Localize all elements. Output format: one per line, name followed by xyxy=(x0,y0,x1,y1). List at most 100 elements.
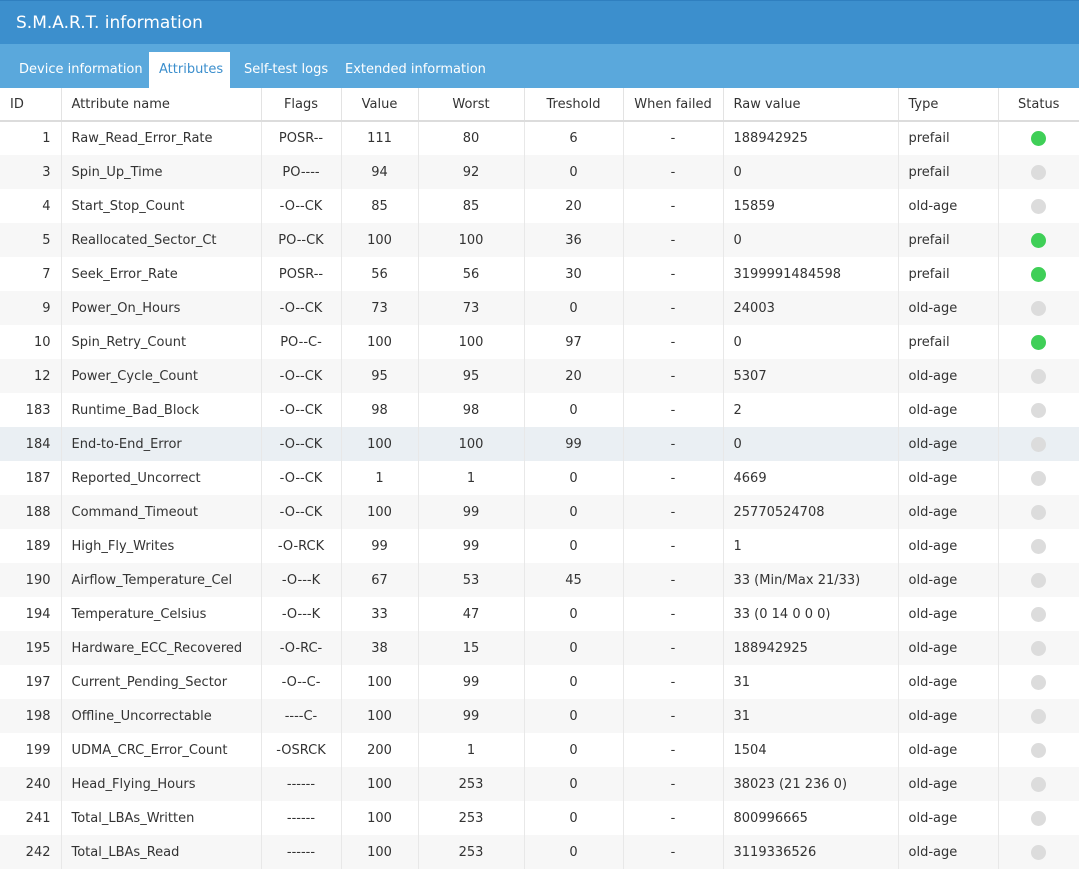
column-header-raw-value[interactable]: Raw value xyxy=(723,88,899,122)
table-row[interactable]: 241 Total_LBAs_Written ------ 100 253 0-80099… xyxy=(0,801,1079,835)
cell-worst: 253 xyxy=(418,801,525,835)
table-row[interactable]: 9 Power_On_Hours -O--CK 73 73 0-24003 old-age xyxy=(0,291,1079,325)
cell-raw-value: 5307 xyxy=(723,359,899,393)
cell-id: 199 xyxy=(0,733,62,767)
cell-attribute-name: Seek_Error_Rate xyxy=(61,257,262,291)
table-row[interactable]: 1 Raw_Read_Error_Rate POSR-- 111 80 6-1889429… xyxy=(0,121,1079,155)
column-header-attribute-name[interactable]: Attribute name xyxy=(61,88,262,122)
column-header-worst[interactable]: Worst xyxy=(418,88,525,122)
column-header-type[interactable]: Type xyxy=(898,88,999,122)
tab-device-information[interactable]: Device information xyxy=(9,52,153,88)
cell-threshold: 0 xyxy=(524,835,624,869)
cell-raw-value: 25770524708 xyxy=(723,495,899,529)
cell-raw-value: 0 xyxy=(723,427,899,461)
tab-bar: Device information Attributes Self-test … xyxy=(0,44,1079,88)
cell-id: 12 xyxy=(0,359,62,393)
cell-when-failed: - xyxy=(623,597,724,631)
table-row[interactable]: 184 End-to-End_Error -O--CK 100 100 99-0 old-a… xyxy=(0,427,1079,461)
cell-worst: 99 xyxy=(418,495,525,529)
cell-threshold: 6 xyxy=(524,121,624,155)
status-neutral-indicator-icon xyxy=(1031,742,1047,758)
table-row[interactable]: 12 Power_Cycle_Count -O--CK 95 95 20-5307 old-… xyxy=(0,359,1079,393)
table-row[interactable]: 242 Total_LBAs_Read ------ 100 253 0-31193365… xyxy=(0,835,1079,869)
cell-flags: POSR-- xyxy=(261,257,342,291)
table-row[interactable]: 195 Hardware_ECC_Recovered -O-RC- 38 15 0-188… xyxy=(0,631,1079,665)
cell-threshold: 0 xyxy=(524,665,624,699)
column-header-when-failed[interactable]: When failed xyxy=(623,88,724,122)
table-row[interactable]: 240 Head_Flying_Hours ------ 100 253 0-38023 … xyxy=(0,767,1079,801)
cell-worst: 15 xyxy=(418,631,525,665)
tab-self-test-logs[interactable]: Self-test logs xyxy=(234,52,338,88)
table-row[interactable]: 188 Command_Timeout -O--CK 100 99 0-257705247… xyxy=(0,495,1079,529)
cell-raw-value: 33 (0 14 0 0 0) xyxy=(723,597,899,631)
table-row[interactable]: 194 Temperature_Celsius -O---K 33 47 0-33 (0 … xyxy=(0,597,1079,631)
cell-when-failed: - xyxy=(623,427,724,461)
column-header-flags[interactable]: Flags xyxy=(261,88,342,122)
cell-threshold: 0 xyxy=(524,631,624,665)
table-row[interactable]: 190 Airflow_Temperature_Cel -O---K 67 53 45-3… xyxy=(0,563,1079,597)
cell-attribute-name: Reallocated_Sector_Ct xyxy=(61,223,262,257)
column-header-status[interactable]: Status xyxy=(998,88,1079,122)
cell-status xyxy=(998,393,1079,427)
cell-flags: -O--CK xyxy=(261,291,342,325)
cell-id: 10 xyxy=(0,325,62,359)
table-row[interactable]: 189 High_Fly_Writes -O-RCK 99 99 0-1 old-age xyxy=(0,529,1079,563)
cell-threshold: 97 xyxy=(524,325,624,359)
table-row[interactable]: 4 Start_Stop_Count -O--CK 85 85 20-15859 old-a… xyxy=(0,189,1079,223)
table-row[interactable]: 5 Reallocated_Sector_Ct PO--CK 100 100 36-0 pr… xyxy=(0,223,1079,257)
cell-type: prefail xyxy=(898,121,999,155)
cell-threshold: 20 xyxy=(524,189,624,223)
status-ok-indicator-icon xyxy=(1031,232,1047,248)
cell-worst: 99 xyxy=(418,665,525,699)
cell-value: 100 xyxy=(341,699,419,733)
status-neutral-indicator-icon xyxy=(1031,402,1047,418)
table-row[interactable]: 183 Runtime_Bad_Block -O--CK 98 98 0-2 old-age xyxy=(0,393,1079,427)
cell-attribute-name: High_Fly_Writes xyxy=(61,529,262,563)
table-row[interactable]: 3 Spin_Up_Time PO---- 94 92 0-0 prefail xyxy=(0,155,1079,189)
cell-raw-value: 15859 xyxy=(723,189,899,223)
status-neutral-indicator-icon xyxy=(1031,436,1047,452)
cell-id: 5 xyxy=(0,223,62,257)
table-row[interactable]: 197 Current_Pending_Sector -O--C- 100 99 0-31… xyxy=(0,665,1079,699)
column-header-value[interactable]: Value xyxy=(341,88,419,122)
table-row[interactable]: 187 Reported_Uncorrect -O--CK 1 1 0-4669 old-a… xyxy=(0,461,1079,495)
cell-type: old-age xyxy=(898,291,999,325)
cell-when-failed: - xyxy=(623,461,724,495)
cell-threshold: 0 xyxy=(524,291,624,325)
cell-type: old-age xyxy=(898,563,999,597)
tab-attributes[interactable]: Attributes xyxy=(149,52,230,88)
cell-attribute-name: Power_On_Hours xyxy=(61,291,262,325)
cell-flags: -O--CK xyxy=(261,427,342,461)
table-row[interactable]: 7 Seek_Error_Rate POSR-- 56 56 30-31999914845… xyxy=(0,257,1079,291)
table-row[interactable]: 199 UDMA_CRC_Error_Count -OSRCK 200 1 0-1504 o… xyxy=(0,733,1079,767)
cell-value: 100 xyxy=(341,665,419,699)
status-ok-indicator-icon xyxy=(1031,334,1047,350)
cell-value: 111 xyxy=(341,121,419,155)
cell-value: 200 xyxy=(341,733,419,767)
cell-when-failed: - xyxy=(623,359,724,393)
cell-worst: 100 xyxy=(418,223,525,257)
cell-type: prefail xyxy=(898,325,999,359)
status-neutral-indicator-icon xyxy=(1031,164,1047,180)
column-header-id[interactable]: ID xyxy=(0,88,62,122)
cell-threshold: 0 xyxy=(524,801,624,835)
cell-value: 100 xyxy=(341,767,419,801)
cell-value: 100 xyxy=(341,495,419,529)
cell-status xyxy=(998,767,1079,801)
cell-flags: -O--CK xyxy=(261,461,342,495)
cell-raw-value: 0 xyxy=(723,223,899,257)
cell-value: 98 xyxy=(341,393,419,427)
cell-type: old-age xyxy=(898,189,999,223)
cell-id: 241 xyxy=(0,801,62,835)
cell-status xyxy=(998,835,1079,869)
cell-when-failed: - xyxy=(623,393,724,427)
tab-extended-information[interactable]: Extended information xyxy=(335,52,496,88)
cell-worst: 99 xyxy=(418,529,525,563)
cell-value: 73 xyxy=(341,291,419,325)
cell-status xyxy=(998,121,1079,155)
table-row[interactable]: 198 Offline_Uncorrectable ----C- 100 99 0-31 o… xyxy=(0,699,1079,733)
cell-type: old-age xyxy=(898,427,999,461)
table-row[interactable]: 10 Spin_Retry_Count PO--C- 100 100 97-0 prefai… xyxy=(0,325,1079,359)
column-header-threshold[interactable]: Treshold xyxy=(524,88,624,122)
cell-status xyxy=(998,359,1079,393)
